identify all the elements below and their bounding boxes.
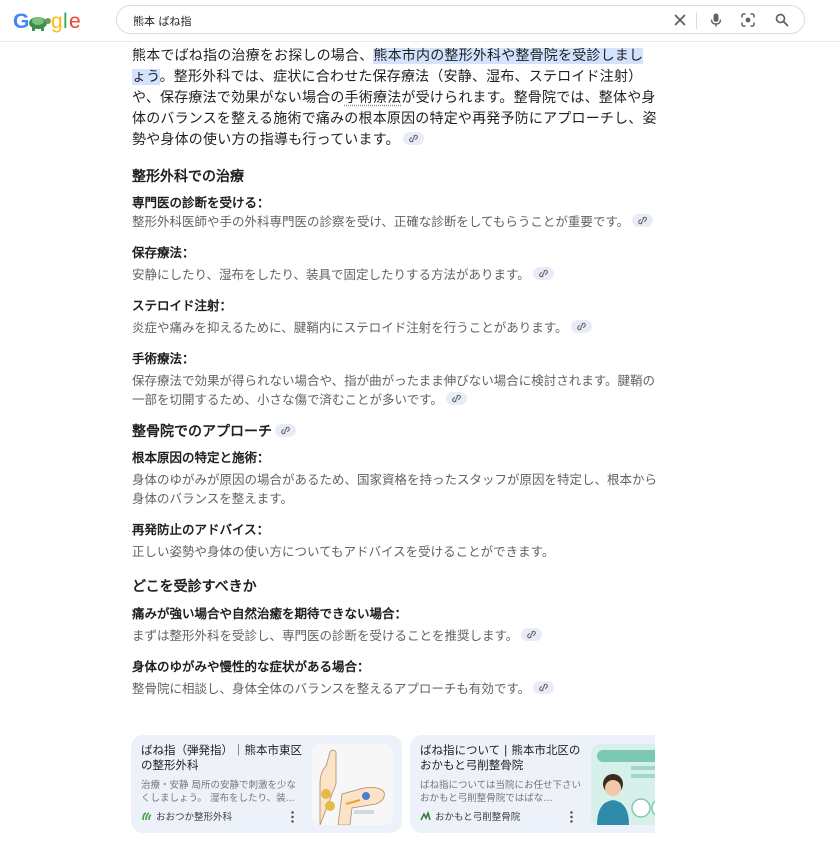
item-description: まずは整形外科を受診し、専門医の診断を受けることを推奨します。 <box>132 626 657 645</box>
list-item: 痛みが強い場合や自然治癒を期待できない場合： まずは整形外科を受診し、専門医の診… <box>132 605 657 645</box>
svg-text:e: e <box>69 10 81 33</box>
item-title: 再発防止のアドバイス： <box>132 522 270 537</box>
item-description: 安静にしたり、湿布をしたり、装具で固定したりする方法があります。 <box>132 265 657 284</box>
item-description: 整形外科医師や手の外科専門医の診察を受け、正確な診断をしてもらうことが重要です。 <box>132 212 657 231</box>
card-thumbnail[interactable] <box>312 744 393 825</box>
more-options-icon[interactable] <box>291 811 294 823</box>
search-box[interactable]: 熊本 ばね指 <box>116 5 805 34</box>
search-divider <box>696 12 697 29</box>
mic-icon[interactable] <box>708 12 724 28</box>
source-cards: ばね指（弾発指）｜熊本市東区の整形外科 治療・安静 局所の安静で刺激を少なくしま… <box>131 735 655 833</box>
card-snippet: ばね指については当院にお任せ下さい おかもと弓削整骨院ではばな... <box>420 780 582 804</box>
card-title[interactable]: ばね指（弾発指）｜熊本市東区の整形外科 <box>141 743 311 773</box>
clinic-favicon-icon <box>420 811 431 821</box>
lead-term-link[interactable]: 手術療法 <box>345 90 402 106</box>
list-item: 専門医の診断を受ける： 整形外科医師や手の外科専門医の診察を受け、正確な診断をし… <box>132 194 657 231</box>
ai-overview: 熊本でばね指の治療をお探しの場合、熊本市内の整形外科や整骨院を受診しましょう。整… <box>132 46 657 698</box>
item-title: 痛みが強い場合や自然治癒を期待できない場合： <box>132 606 408 621</box>
list-item: ステロイド注射： 炎症や痛みを抑えるために、腱鞘内にステロイド注射を行うことがあ… <box>132 297 657 337</box>
more-options-icon[interactable] <box>570 811 573 823</box>
finger-illustration-icon <box>312 744 393 825</box>
search-input[interactable]: 熊本 ばね指 <box>133 13 192 29</box>
list-item: 保存療法： 安静にしたり、湿布をしたり、装具で固定したりする方法があります。 <box>132 244 657 284</box>
list-item: 身体のゆがみや慢性的な症状がある場合： 整骨院に相談し、身体全体のバランスを整え… <box>132 658 657 698</box>
lead-text: 熊本でばね指の治療をお探しの場合、 <box>132 48 374 64</box>
source-card[interactable]: ばね指（弾発指）｜熊本市東区の整形外科 治療・安静 局所の安静で刺激を少なくしま… <box>131 735 402 833</box>
card-thumbnail[interactable] <box>591 744 655 825</box>
card-source: おかもと弓削整骨院 <box>420 809 520 823</box>
clear-icon[interactable] <box>672 12 688 28</box>
item-description: 正しい姿勢や身体の使い方についてもアドバイスを受けることができます。 <box>132 544 555 559</box>
citation-link-icon[interactable] <box>275 424 296 437</box>
clinic-photo-icon <box>591 744 655 825</box>
clinic-favicon-icon <box>142 812 152 821</box>
item-title: 根本原因の特定と施術： <box>132 450 270 465</box>
lens-icon[interactable] <box>740 12 756 28</box>
search-icon[interactable] <box>774 12 790 28</box>
card-title[interactable]: ばね指について | 熊本市北区のおかもと弓削整骨院 <box>420 743 590 773</box>
google-doodle-logo[interactable]: G g l e <box>13 8 89 34</box>
section-heading: 整形外科での治療 <box>132 169 244 185</box>
citation-link-icon[interactable] <box>445 392 467 405</box>
item-description: 整骨院に相談し、身体全体のバランスを整えるアプローチも有効です。 <box>132 679 657 698</box>
list-item: 根本原因の特定と施術： 身体のゆがみが原因の場合があるため、国家資格を持ったスタ… <box>132 449 657 508</box>
svg-text:g: g <box>51 10 63 33</box>
item-description: 炎症や痛みを抑えるために、腱鞘内にステロイド注射を行うことがあります。 <box>132 318 657 337</box>
citation-link-icon[interactable] <box>570 320 592 333</box>
item-title: 手術療法： <box>132 351 195 366</box>
item-title: 専門医の診断を受ける： <box>132 195 270 210</box>
citation-link-icon[interactable] <box>532 267 554 280</box>
section-heading: どこを受診すべきか <box>132 579 257 595</box>
source-card[interactable]: ばね指について | 熊本市北区のおかもと弓削整骨院 ばね指については当院にお任せ… <box>410 735 655 833</box>
header: G g l e 熊本 ばね指 <box>0 0 840 42</box>
svg-text:l: l <box>63 10 68 33</box>
citation-link-icon[interactable] <box>521 628 543 641</box>
item-description: 保存療法で効果が得られない場合や、指が曲がったまま伸びない場合に検討されます。腱… <box>132 373 656 407</box>
item-title: 保存療法： <box>132 245 195 260</box>
list-item: 再発防止のアドバイス： 正しい姿勢や身体の使い方についてもアドバイスを受けること… <box>132 521 657 561</box>
card-source: おおつか整形外科 <box>141 809 232 823</box>
list-item: 手術療法： 保存療法で効果が得られない場合や、指が曲がったまま伸びない場合に検討… <box>132 350 657 409</box>
section-heading: 整骨院でのアプローチ <box>132 422 657 442</box>
card-snippet: 治療・安静 局所の安静で刺激を少なくしましょう。 湿布をしたり、装... <box>141 780 297 804</box>
citation-link-icon[interactable] <box>632 214 654 227</box>
item-title: ステロイド注射： <box>132 298 233 313</box>
citation-link-icon[interactable] <box>533 681 555 694</box>
item-description: 身体のゆがみが原因の場合があるため、国家資格を持ったスタッフが原因を特定し、根本… <box>132 472 658 506</box>
citation-link-icon[interactable] <box>402 132 424 145</box>
svg-text:G: G <box>13 10 29 33</box>
overview-lead: 熊本でばね指の治療をお探しの場合、熊本市内の整形外科や整骨院を受診しましょう。整… <box>132 46 657 151</box>
item-title: 身体のゆがみや慢性的な症状がある場合： <box>132 659 370 674</box>
